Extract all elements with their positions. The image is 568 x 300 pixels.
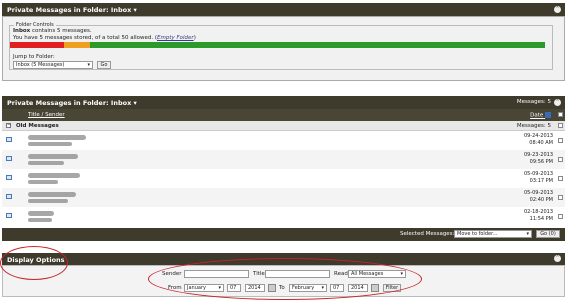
chevron-down-icon: ▾ — [526, 231, 529, 237]
folder-controls-panel: Folder Controls Inbox contains 5 message… — [2, 16, 565, 81]
from-label: From — [168, 285, 182, 291]
inbox-contains-text: Inbox contains 5 messages. — [13, 28, 92, 34]
message-checkbox[interactable] — [558, 176, 563, 181]
column-header-row: Title / Sender Date — [2, 109, 565, 121]
message-row[interactable]: 09-23-2013 09:56 PM — [2, 150, 565, 169]
message-checkbox[interactable] — [558, 214, 563, 219]
empty-folder-link[interactable]: Empty Folder — [157, 35, 194, 41]
quota-segment-red — [10, 42, 64, 48]
to-month-value: February — [292, 285, 315, 291]
redacted-title — [28, 173, 80, 178]
from-month-select[interactable]: January ▾ — [184, 284, 224, 292]
redacted-sender — [28, 142, 72, 146]
title-sender-column[interactable]: Title / Sender — [28, 112, 65, 118]
chevron-down-icon: ▾ — [87, 62, 90, 68]
message-action-value: Move to folder... — [457, 231, 498, 237]
sort-icon[interactable] — [545, 112, 551, 118]
storage-text: You have 5 messages stored, of a total 5… — [13, 35, 196, 41]
jump-folder-select[interactable]: Inbox (5 Messages) ▾ — [13, 61, 93, 69]
selected-go-button[interactable]: Go (0) — [536, 230, 560, 238]
message-icon — [6, 156, 12, 161]
collapse-icon[interactable]: ⌃ — [554, 99, 561, 106]
redacted-sender — [28, 199, 68, 203]
collapse-icon[interactable]: ⌃ — [554, 6, 561, 13]
sender-label: Sender — [162, 271, 182, 277]
title-input[interactable] — [265, 270, 330, 278]
message-row[interactable]: 05-09-2013 02:40 PM — [2, 188, 565, 207]
redacted-sender — [28, 218, 52, 222]
title-label: Title — [253, 271, 265, 277]
read-label: Read — [334, 271, 348, 277]
message-checkbox[interactable] — [558, 138, 563, 143]
collapse-group-icon[interactable]: − — [6, 123, 11, 128]
quota-segment-orange — [63, 42, 91, 48]
folder-header-title[interactable]: Private Messages in Folder: Inbox ▾ — [7, 6, 137, 14]
stored-text: You have 5 messages stored, of a total 5… — [13, 35, 157, 41]
old-messages-group: − Old Messages Messages: 5 — [2, 121, 565, 131]
message-icon — [6, 213, 12, 218]
display-options-bar: Display Options ⌃ — [2, 253, 565, 265]
chevron-down-icon: ▾ — [400, 271, 403, 277]
to-label: To — [279, 285, 285, 291]
message-icon — [6, 137, 12, 142]
message-date: 09-23-2013 09:56 PM — [523, 152, 553, 165]
message-icon — [6, 194, 12, 199]
to-year-input[interactable]: 2014 — [348, 284, 368, 292]
folder-header-bar: Private Messages in Folder: Inbox ▾ ⌃ — [2, 3, 565, 16]
close-paren: ) — [193, 35, 196, 41]
jump-folder-value: Inbox (5 Messages) — [16, 62, 65, 68]
message-checkbox[interactable] — [558, 195, 563, 200]
messages-count: Messages: 5 — [516, 99, 551, 105]
message-checkbox[interactable] — [558, 157, 563, 162]
date-column[interactable]: Date — [530, 112, 551, 119]
redacted-title — [28, 135, 86, 140]
to-day-input[interactable]: 07 — [330, 284, 344, 292]
jump-go-button[interactable]: Go — [97, 61, 111, 69]
display-options-title[interactable]: Display Options — [7, 256, 65, 264]
sender-input[interactable] — [184, 270, 249, 278]
group-checkbox[interactable] — [558, 123, 563, 128]
from-day-input[interactable]: 07 — [227, 284, 241, 292]
jump-label: Jump to Folder: — [13, 54, 55, 60]
filter-button[interactable]: Filter — [383, 284, 401, 292]
read-value: All Messages — [351, 271, 384, 277]
redacted-title — [28, 211, 54, 216]
redacted-sender — [28, 180, 58, 184]
chevron-down-icon: ▾ — [218, 285, 221, 291]
message-action-select[interactable]: Move to folder... ▾ — [454, 230, 532, 238]
message-row[interactable]: 02-18-2013 11:54 PM — [2, 207, 565, 226]
message-row[interactable]: 09-24-2013 08:40 AM — [2, 131, 565, 150]
inbox-label: Inbox — [13, 28, 31, 34]
messages-header-bar: Private Messages in Folder: Inbox ▾ Mess… — [2, 96, 565, 109]
selected-messages-label: Selected Messages: — [400, 231, 455, 237]
message-icon — [6, 175, 12, 180]
redacted-title — [28, 192, 76, 197]
message-date: 05-09-2013 03:17 PM — [523, 171, 553, 184]
display-options-panel: Sender Title Read All Messages ▾ From Jan… — [2, 265, 565, 297]
calendar-icon[interactable] — [268, 284, 276, 292]
redacted-sender — [28, 161, 64, 165]
message-date: 05-09-2013 02:40 PM — [523, 190, 553, 203]
contains-text: contains 5 messages. — [30, 28, 92, 34]
messages-header-title[interactable]: Private Messages in Folder: Inbox ▾ — [7, 99, 137, 107]
messages-footer: Selected Messages: Move to folder... ▾ Go… — [2, 228, 565, 241]
redacted-title — [28, 154, 78, 159]
to-month-select[interactable]: February ▾ — [289, 284, 327, 292]
message-row[interactable]: 05-09-2013 03:17 PM — [2, 169, 565, 188]
message-date: 09-24-2013 08:40 AM — [523, 133, 553, 146]
from-month-value: January — [187, 285, 206, 291]
chevron-down-icon: ▾ — [321, 285, 324, 291]
quota-segment-green — [90, 42, 545, 48]
from-year-input[interactable]: 2014 — [245, 284, 265, 292]
select-all-checkbox[interactable] — [558, 112, 563, 117]
read-select[interactable]: All Messages ▾ — [348, 270, 406, 278]
message-date: 02-18-2013 11:54 PM — [523, 209, 553, 222]
group-count: Messages: 5 — [516, 123, 551, 129]
quota-bar — [10, 42, 545, 48]
calendar-icon[interactable] — [371, 284, 379, 292]
collapse-icon[interactable]: ⌃ — [554, 255, 561, 262]
group-label: Old Messages — [16, 123, 59, 129]
